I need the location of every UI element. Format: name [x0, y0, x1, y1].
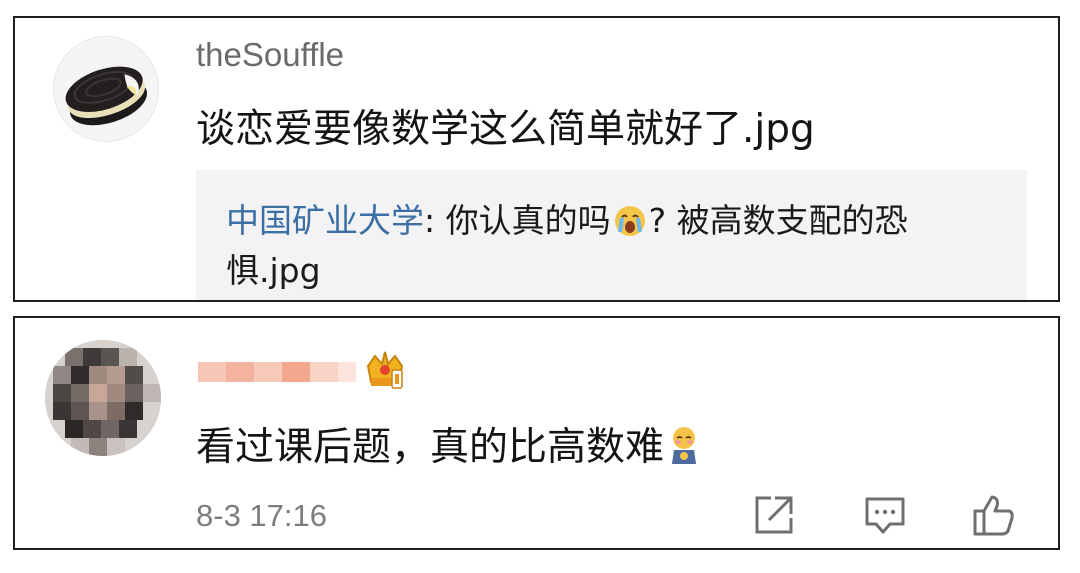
share-icon [755, 496, 793, 534]
shy-person-icon [668, 424, 700, 468]
timestamp: 8-3 17:16 [196, 498, 327, 533]
comment-text: 谈恋爱要像数学这么简单就好了.jpg [196, 107, 815, 152]
comment-icon [865, 497, 905, 534]
username-blurred[interactable] [192, 354, 360, 390]
avatar[interactable] [53, 36, 159, 142]
reply-separator: : [424, 201, 446, 240]
reply-text-part1: 你认真的吗 [445, 201, 611, 240]
reply-button[interactable] [862, 492, 908, 538]
reply-box[interactable]: 中国矿业大学: 你认真的吗 ? 被高数支配的恐惧.jpg [196, 170, 1027, 300]
comment-text-content: 看过课后题，真的比高数难 [196, 425, 665, 470]
comment-card-1: theSouffle 谈恋爱要像数学这么简单就好了.jpg 中国矿业大学: 你认… [13, 16, 1060, 302]
comment-card-2: 看过课后题，真的比高数难 8-3 17:16 [13, 316, 1060, 550]
oreo-icon [54, 37, 158, 141]
avatar-pixelated[interactable] [45, 340, 161, 456]
comment-text: 看过课后题，真的比高数难 [196, 416, 700, 472]
thumbs-up-icon [973, 495, 1014, 536]
crown-icon [364, 348, 406, 394]
crying-face-icon [613, 202, 647, 236]
reply-text: 中国矿业大学: 你认真的吗 ? 被高数支配的恐惧.jpg [226, 196, 986, 296]
pixelated-avatar-icon [45, 340, 161, 456]
reply-author[interactable]: 中国矿业大学 [226, 201, 424, 240]
share-button[interactable] [751, 492, 797, 538]
username[interactable]: theSouffle [196, 36, 344, 74]
like-button[interactable] [970, 492, 1016, 538]
